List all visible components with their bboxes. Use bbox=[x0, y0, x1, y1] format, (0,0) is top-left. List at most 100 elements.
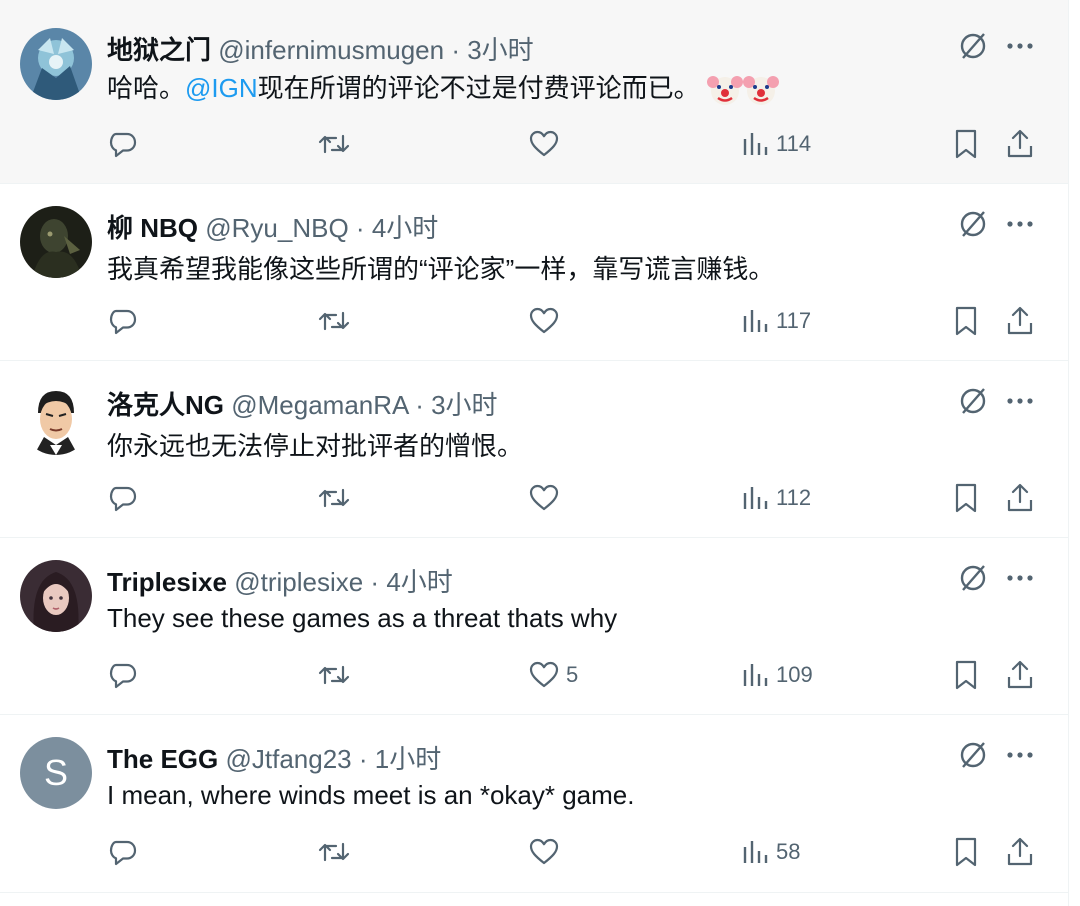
share-button[interactable] bbox=[1004, 655, 1036, 695]
reply-button[interactable] bbox=[107, 301, 139, 341]
mention-link[interactable]: @IGN bbox=[185, 73, 258, 103]
reply-button[interactable] bbox=[107, 478, 139, 518]
heart-icon bbox=[529, 307, 559, 334]
bookmark-icon bbox=[955, 129, 977, 159]
share-button[interactable] bbox=[1004, 832, 1036, 872]
bookmark-icon bbox=[955, 306, 977, 336]
bookmark-button[interactable] bbox=[951, 832, 981, 872]
repost-icon bbox=[318, 665, 350, 685]
reply-icon bbox=[109, 663, 137, 689]
views-chart-icon bbox=[743, 310, 768, 332]
views-button[interactable]: 112 bbox=[740, 478, 811, 518]
share-icon bbox=[1007, 837, 1033, 866]
repost-button[interactable] bbox=[317, 124, 351, 164]
share-button[interactable] bbox=[1004, 301, 1036, 341]
views-chart-icon bbox=[743, 487, 768, 509]
grok-icon[interactable] bbox=[953, 558, 993, 598]
bookmark-button[interactable] bbox=[951, 655, 981, 695]
display-name[interactable]: 洛克人NG bbox=[107, 390, 224, 420]
action-bar: 117 bbox=[0, 301, 1068, 341]
user-handle[interactable]: @triplesixe bbox=[234, 567, 363, 597]
avatar-letter: S bbox=[43, 752, 68, 793]
display-name[interactable]: The EGG bbox=[107, 744, 218, 774]
tweet-text: 我真希望我能像这些所谓的“评论家”一样，靠写谎言赚钱。 bbox=[107, 254, 775, 284]
repost-icon bbox=[318, 311, 350, 331]
display-name[interactable]: 地狱之门 bbox=[107, 35, 211, 65]
more-options-icon[interactable] bbox=[1000, 204, 1040, 244]
view-count: 114 bbox=[776, 131, 812, 156]
timestamp[interactable]: 4小时 bbox=[386, 567, 452, 597]
tweet-text-part: 现在所谓的评论不过是付费评论而已。 bbox=[257, 73, 700, 103]
user-handle[interactable]: @Ryu_NBQ bbox=[205, 213, 348, 243]
views-button[interactable]: 117 bbox=[740, 301, 811, 341]
share-button[interactable] bbox=[1004, 124, 1036, 164]
views-button[interactable]: 109 bbox=[740, 655, 813, 695]
separator-dot: · bbox=[358, 744, 368, 774]
share-icon bbox=[1007, 660, 1033, 689]
clown-face-icon bbox=[706, 72, 743, 108]
repost-icon bbox=[318, 842, 350, 862]
tweet[interactable]: S The EGG @Jtfang23 · 1小时 I mean, where … bbox=[0, 715, 1068, 893]
repost-button[interactable] bbox=[317, 478, 351, 518]
more-options-icon[interactable] bbox=[1000, 381, 1040, 421]
grok-icon[interactable] bbox=[953, 381, 993, 421]
bookmark-button[interactable] bbox=[951, 124, 981, 164]
bookmark-icon bbox=[955, 837, 977, 867]
repost-button[interactable] bbox=[317, 655, 351, 695]
tweet[interactable]: 地狱之门 @infernimusmugen · 3小时 哈哈。@IGN现在所谓的… bbox=[0, 0, 1068, 184]
timestamp[interactable]: 1小时 bbox=[375, 744, 441, 774]
views-button[interactable]: 58 bbox=[740, 832, 800, 872]
display-name[interactable]: 柳 NBQ bbox=[107, 213, 198, 243]
action-bar: 114 bbox=[0, 124, 1068, 164]
user-handle[interactable]: @Jtfang23 bbox=[225, 744, 351, 774]
user-handle[interactable]: @MegamanRA bbox=[231, 390, 408, 420]
reply-button[interactable] bbox=[107, 124, 139, 164]
tweet[interactable]: 洛克人NG @MegamanRA · 3小时 你永远也无法停止对批评者的憎恨。 bbox=[0, 361, 1068, 538]
reply-icon bbox=[109, 486, 137, 512]
like-button[interactable] bbox=[528, 478, 566, 518]
reply-button[interactable] bbox=[107, 832, 139, 872]
like-button[interactable] bbox=[528, 301, 566, 341]
views-chart-icon bbox=[743, 664, 768, 686]
grok-icon[interactable] bbox=[953, 735, 993, 775]
display-name[interactable]: Triplesixe bbox=[107, 567, 227, 597]
timestamp[interactable]: 3小时 bbox=[467, 35, 533, 65]
like-button[interactable]: 5 bbox=[528, 655, 578, 695]
bookmark-button[interactable] bbox=[951, 301, 981, 341]
heart-icon bbox=[529, 838, 559, 865]
separator-dot: · bbox=[355, 213, 365, 243]
like-button[interactable] bbox=[528, 832, 566, 872]
avatar[interactable]: S bbox=[20, 737, 92, 809]
avatar[interactable] bbox=[20, 560, 92, 632]
separator-dot: · bbox=[451, 35, 460, 65]
view-count: 58 bbox=[776, 839, 801, 864]
heart-icon bbox=[529, 661, 559, 688]
action-bar: 58 bbox=[0, 832, 1068, 872]
repost-button[interactable] bbox=[317, 301, 351, 341]
views-button[interactable]: 114 bbox=[740, 124, 811, 164]
avatar[interactable] bbox=[20, 383, 92, 455]
like-button[interactable] bbox=[528, 124, 566, 164]
tweet-text: 哈哈。@IGN现在所谓的评论不过是付费评论而已。 bbox=[107, 68, 779, 108]
avatar[interactable] bbox=[20, 206, 92, 278]
repost-icon bbox=[318, 488, 350, 508]
grok-icon[interactable] bbox=[953, 26, 993, 66]
view-count: 117 bbox=[776, 308, 812, 333]
share-icon bbox=[1007, 483, 1033, 512]
bookmark-button[interactable] bbox=[951, 478, 981, 518]
reply-icon bbox=[109, 309, 137, 335]
more-options-icon[interactable] bbox=[1000, 558, 1040, 598]
tweet[interactable]: Triplesixe @triplesixe · 4小时 They see th… bbox=[0, 538, 1068, 715]
separator-dot: · bbox=[415, 390, 424, 420]
reply-button[interactable] bbox=[107, 655, 139, 695]
grok-icon[interactable] bbox=[953, 204, 993, 244]
more-options-icon[interactable] bbox=[1000, 735, 1040, 775]
user-handle[interactable]: @infernimusmugen bbox=[218, 35, 444, 65]
avatar[interactable] bbox=[20, 28, 92, 100]
more-options-icon[interactable] bbox=[1000, 26, 1040, 66]
tweet[interactable]: 柳 NBQ @Ryu_NBQ · 4小时 我真希望我能像这些所谓的“评论家”一样… bbox=[0, 184, 1068, 361]
timestamp[interactable]: 3小时 bbox=[431, 390, 497, 420]
share-button[interactable] bbox=[1004, 478, 1036, 518]
repost-button[interactable] bbox=[317, 832, 351, 872]
timestamp[interactable]: 4小时 bbox=[372, 213, 438, 243]
